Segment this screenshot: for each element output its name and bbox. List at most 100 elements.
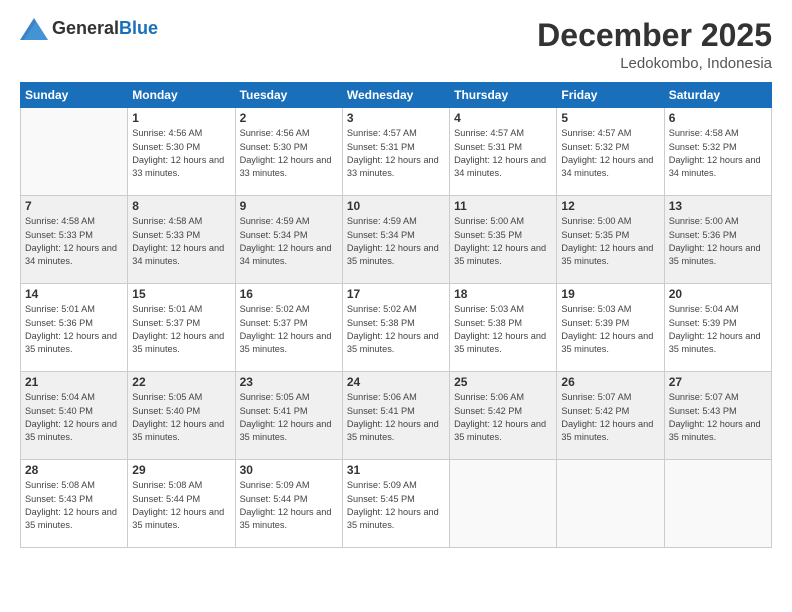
cell-date: 21 (25, 375, 123, 389)
table-row: 14Sunrise: 5:01 AM Sunset: 5:36 PM Dayli… (21, 284, 128, 372)
table-row: 22 Sunrise: 5:05 AM Sunset: 5:40 PM Dayli… (128, 372, 235, 460)
table-row: 18 Sunrise: 5:03 AM Sunset: 5:38 PM Dayli… (450, 284, 557, 372)
table-row: 17 Sunrise: 5:02 AM Sunset: 5:38 PM Dayli… (342, 284, 449, 372)
calendar-week-row: 21 Sunrise: 5:04 AM Sunset: 5:40 PM Dayli… (21, 372, 772, 460)
cell-info: Sunrise: 5:00 AM Sunset: 5:35 PM Dayligh… (454, 215, 552, 268)
table-row: 20 Sunrise: 5:04 AM Sunset: 5:39 PM Dayli… (664, 284, 771, 372)
cell-date: 31 (347, 463, 445, 477)
cell-date: 20 (669, 287, 767, 301)
table-row: 7 Sunrise: 4:58 AM Sunset: 5:33 PM Daylig… (21, 196, 128, 284)
table-row: 10Sunrise: 4:59 AM Sunset: 5:34 PM Dayli… (342, 196, 449, 284)
cell-info: Sunrise: 5:04 AM Sunset: 5:40 PM Dayligh… (25, 391, 123, 444)
cell-date: 22 (132, 375, 230, 389)
table-row: 9Sunrise: 4:59 AM Sunset: 5:34 PM Daylig… (235, 196, 342, 284)
cell-info: Sunrise: 5:05 AM Sunset: 5:41 PM Dayligh… (240, 391, 338, 444)
cell-info: Sunrise: 5:03 AM Sunset: 5:39 PM Dayligh… (561, 303, 659, 356)
cell-info: Sunrise: 5:09 AM Sunset: 5:44 PM Dayligh… (240, 479, 338, 532)
cell-date: 17 (347, 287, 445, 301)
cell-info: Sunrise: 5:09 AM Sunset: 5:45 PM Dayligh… (347, 479, 445, 532)
table-row (557, 460, 664, 548)
table-row (450, 460, 557, 548)
table-row: 15 Sunrise: 5:01 AM Sunset: 5:37 PM Dayli… (128, 284, 235, 372)
cell-date: 14 (25, 287, 123, 301)
cell-date: 4 (454, 111, 552, 125)
cell-info: Sunrise: 5:06 AM Sunset: 5:41 PM Dayligh… (347, 391, 445, 444)
cell-date: 15 (132, 287, 230, 301)
table-row: 28Sunrise: 5:08 AM Sunset: 5:43 PM Dayli… (21, 460, 128, 548)
cell-date: 26 (561, 375, 659, 389)
header-friday: Friday (557, 83, 664, 108)
cell-info: Sunrise: 5:03 AM Sunset: 5:38 PM Dayligh… (454, 303, 552, 356)
table-row: 5Sunrise: 4:57 AM Sunset: 5:32 PM Daylig… (557, 108, 664, 196)
header-tuesday: Tuesday (235, 83, 342, 108)
table-row (21, 108, 128, 196)
location-subtitle: Ledokombo, Indonesia (537, 55, 772, 72)
cell-date: 29 (132, 463, 230, 477)
cell-info: Sunrise: 4:58 AM Sunset: 5:33 PM Dayligh… (132, 215, 230, 268)
logo-text: GeneralBlue (52, 19, 158, 39)
cell-info: Sunrise: 5:01 AM Sunset: 5:37 PM Dayligh… (132, 303, 230, 356)
calendar-header-row: Sunday Monday Tuesday Wednesday Thursday… (21, 83, 772, 108)
cell-date: 18 (454, 287, 552, 301)
table-row: 27 Sunrise: 5:07 AM Sunset: 5:43 PM Dayli… (664, 372, 771, 460)
table-row: 25Sunrise: 5:06 AM Sunset: 5:42 PM Dayli… (450, 372, 557, 460)
cell-info: Sunrise: 4:58 AM Sunset: 5:32 PM Dayligh… (669, 127, 767, 180)
table-row: 19 Sunrise: 5:03 AM Sunset: 5:39 PM Dayli… (557, 284, 664, 372)
table-row: 24Sunrise: 5:06 AM Sunset: 5:41 PM Dayli… (342, 372, 449, 460)
cell-date: 12 (561, 199, 659, 213)
cell-date: 9 (240, 199, 338, 213)
cell-date: 30 (240, 463, 338, 477)
table-row: 23 Sunrise: 5:05 AM Sunset: 5:41 PM Dayli… (235, 372, 342, 460)
cell-info: Sunrise: 4:56 AM Sunset: 5:30 PM Dayligh… (240, 127, 338, 180)
header: GeneralBlue December 2025 Ledokombo, Ind… (20, 18, 772, 72)
table-row: 16Sunrise: 5:02 AM Sunset: 5:37 PM Dayli… (235, 284, 342, 372)
cell-info: Sunrise: 4:57 AM Sunset: 5:32 PM Dayligh… (561, 127, 659, 180)
cell-info: Sunrise: 5:00 AM Sunset: 5:36 PM Dayligh… (669, 215, 767, 268)
cell-info: Sunrise: 4:56 AM Sunset: 5:30 PM Dayligh… (132, 127, 230, 180)
table-row: 4 Sunrise: 4:57 AM Sunset: 5:31 PM Daylig… (450, 108, 557, 196)
cell-info: Sunrise: 5:07 AM Sunset: 5:43 PM Dayligh… (669, 391, 767, 444)
calendar-week-row: 28Sunrise: 5:08 AM Sunset: 5:43 PM Dayli… (21, 460, 772, 548)
table-row: 30 Sunrise: 5:09 AM Sunset: 5:44 PM Dayli… (235, 460, 342, 548)
cell-date: 3 (347, 111, 445, 125)
cell-date: 23 (240, 375, 338, 389)
table-row: 26 Sunrise: 5:07 AM Sunset: 5:42 PM Dayli… (557, 372, 664, 460)
page: GeneralBlue December 2025 Ledokombo, Ind… (0, 0, 792, 612)
table-row (664, 460, 771, 548)
cell-info: Sunrise: 5:08 AM Sunset: 5:43 PM Dayligh… (25, 479, 123, 532)
cell-date: 1 (132, 111, 230, 125)
table-row: 11 Sunrise: 5:00 AM Sunset: 5:35 PM Dayli… (450, 196, 557, 284)
table-row: 3 Sunrise: 4:57 AM Sunset: 5:31 PM Daylig… (342, 108, 449, 196)
cell-info: Sunrise: 4:58 AM Sunset: 5:33 PM Dayligh… (25, 215, 123, 268)
cell-info: Sunrise: 5:08 AM Sunset: 5:44 PM Dayligh… (132, 479, 230, 532)
cell-date: 2 (240, 111, 338, 125)
header-wednesday: Wednesday (342, 83, 449, 108)
cell-info: Sunrise: 5:04 AM Sunset: 5:39 PM Dayligh… (669, 303, 767, 356)
cell-info: Sunrise: 5:05 AM Sunset: 5:40 PM Dayligh… (132, 391, 230, 444)
table-row: 12Sunrise: 5:00 AM Sunset: 5:35 PM Dayli… (557, 196, 664, 284)
calendar-week-row: 7 Sunrise: 4:58 AM Sunset: 5:33 PM Daylig… (21, 196, 772, 284)
table-row: 29 Sunrise: 5:08 AM Sunset: 5:44 PM Dayli… (128, 460, 235, 548)
table-row: 13 Sunrise: 5:00 AM Sunset: 5:36 PM Dayli… (664, 196, 771, 284)
cell-date: 6 (669, 111, 767, 125)
cell-info: Sunrise: 4:57 AM Sunset: 5:31 PM Dayligh… (347, 127, 445, 180)
cell-date: 7 (25, 199, 123, 213)
cell-date: 27 (669, 375, 767, 389)
cell-date: 13 (669, 199, 767, 213)
calendar-week-row: 14Sunrise: 5:01 AM Sunset: 5:36 PM Dayli… (21, 284, 772, 372)
month-title: December 2025 (537, 18, 772, 53)
cell-date: 10 (347, 199, 445, 213)
cell-info: Sunrise: 5:02 AM Sunset: 5:38 PM Dayligh… (347, 303, 445, 356)
cell-info: Sunrise: 4:57 AM Sunset: 5:31 PM Dayligh… (454, 127, 552, 180)
cell-info: Sunrise: 5:06 AM Sunset: 5:42 PM Dayligh… (454, 391, 552, 444)
table-row: 21 Sunrise: 5:04 AM Sunset: 5:40 PM Dayli… (21, 372, 128, 460)
calendar-week-row: 1 Sunrise: 4:56 AM Sunset: 5:30 PM Daylig… (21, 108, 772, 196)
cell-date: 19 (561, 287, 659, 301)
cell-date: 16 (240, 287, 338, 301)
header-sunday: Sunday (21, 83, 128, 108)
table-row: 1 Sunrise: 4:56 AM Sunset: 5:30 PM Daylig… (128, 108, 235, 196)
cell-info: Sunrise: 5:07 AM Sunset: 5:42 PM Dayligh… (561, 391, 659, 444)
cell-date: 11 (454, 199, 552, 213)
header-thursday: Thursday (450, 83, 557, 108)
header-saturday: Saturday (664, 83, 771, 108)
